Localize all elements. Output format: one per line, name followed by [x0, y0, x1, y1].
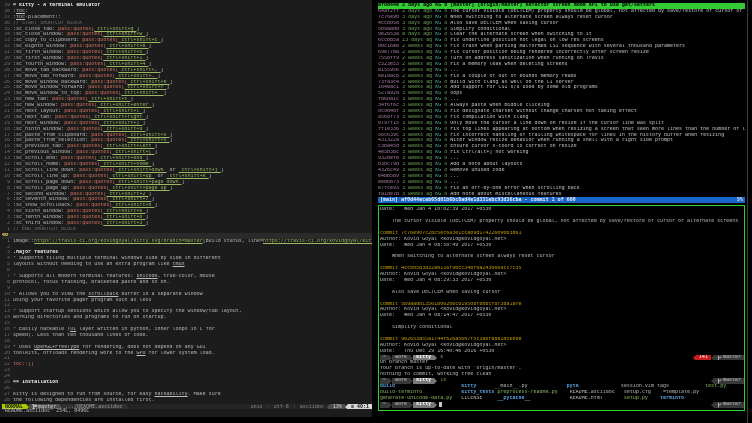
shell-scrollback: Date: Wed Jan 4 10:02:39 2017 +0530 The … — [380, 207, 744, 407]
git-branch-icon — [717, 355, 722, 361]
right-column: af0d44e 2 days ago KG o [master] {origin… — [378, 3, 745, 423]
shell-output-line: The cursor visible (DECTCEM) property sh… — [380, 219, 744, 225]
lines-icon: ≡ — [351, 404, 354, 410]
tig-status-text: [main] af0d44ecab65d01b6bc8ad4e1d331ebc9… — [380, 197, 576, 203]
editor-line: 1image::https://travis-ci.org/kovidgoyal… — [2, 239, 372, 245]
line-col: 40:1 — [357, 404, 369, 410]
scroll-percent: 13% — [330, 404, 345, 410]
shell-window[interactable]: Date: Wed Jan 4 10:02:39 2017 +0530 The … — [378, 205, 745, 411]
prompt-git-branch: master — [714, 402, 744, 408]
file-format: unix — [248, 404, 266, 410]
file-encoding: utf-8 — [271, 404, 292, 410]
tig-scroll-percent: 5% — [737, 197, 743, 203]
exit-code-badge: 141 — [696, 355, 711, 361]
statusline-right: unix ‹ utf-8 ‹ asciidoc 13% ≡ 40:1 — [248, 404, 372, 410]
prompt-path-segment: ~ — [380, 402, 389, 408]
cursor-position: ≡ 40:1 — [348, 404, 372, 410]
tig-statusbar: [main] af0d44ecab65d01b6bc8ad4e1d331ebc9… — [378, 197, 745, 203]
prompt-path-segment: kitty — [413, 402, 434, 408]
window-border — [747, 0, 748, 423]
file-type: asciidoc — [297, 404, 327, 410]
vim-commandline: "README.asciidoc" 254L, 8496C — [2, 409, 372, 415]
kitty-terminal: 39= kitty - A terminal emulator38:toc:37… — [0, 0, 752, 423]
git-branch-icon — [717, 402, 722, 408]
shell-prompt: ~workkitty master — [380, 402, 744, 408]
powerline-separator-icon — [125, 404, 128, 410]
terminal-cursor — [439, 402, 442, 407]
prompt-path-segment: work — [392, 402, 410, 408]
editor-buffer: 39= kitty - A terminal emulator38:toc:37… — [2, 3, 372, 404]
editor-window[interactable]: 39= kitty - A terminal emulator38:toc:37… — [0, 0, 372, 417]
prompt-git-branch: master — [714, 355, 744, 361]
tig-window[interactable]: af0d44e 2 days ago KG o [master] {origin… — [378, 3, 745, 197]
